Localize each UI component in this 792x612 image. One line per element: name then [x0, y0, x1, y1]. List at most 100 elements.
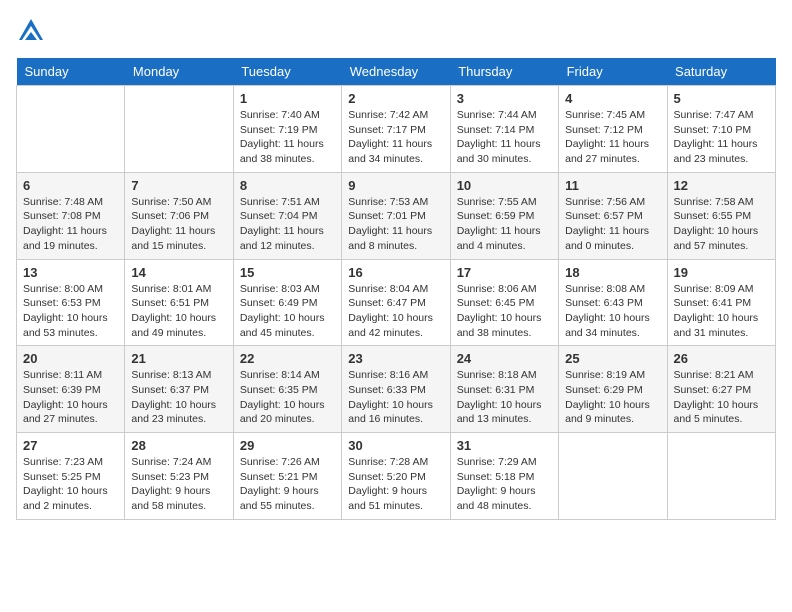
day-number: 20	[23, 351, 118, 366]
day-number: 28	[131, 438, 226, 453]
day-number: 21	[131, 351, 226, 366]
day-header-tuesday: Tuesday	[233, 58, 341, 86]
calendar-cell: 8 Sunrise: 7:51 AM Sunset: 7:04 PM Daylig…	[233, 172, 341, 259]
day-number: 8	[240, 178, 335, 193]
day-info: Sunrise: 7:45 AM Sunset: 7:12 PM Dayligh…	[565, 108, 660, 167]
day-header-sunday: Sunday	[17, 58, 125, 86]
day-header-wednesday: Wednesday	[342, 58, 450, 86]
day-info: Sunrise: 7:55 AM Sunset: 6:59 PM Dayligh…	[457, 195, 552, 254]
calendar-cell: 18 Sunrise: 8:08 AM Sunset: 6:43 PM Dayli…	[559, 259, 667, 346]
day-info: Sunrise: 7:28 AM Sunset: 5:20 PM Dayligh…	[348, 455, 443, 514]
day-number: 29	[240, 438, 335, 453]
day-number: 27	[23, 438, 118, 453]
day-info: Sunrise: 8:08 AM Sunset: 6:43 PM Dayligh…	[565, 282, 660, 341]
day-number: 4	[565, 91, 660, 106]
day-info: Sunrise: 7:44 AM Sunset: 7:14 PM Dayligh…	[457, 108, 552, 167]
calendar-cell: 3 Sunrise: 7:44 AM Sunset: 7:14 PM Daylig…	[450, 86, 558, 173]
calendar-table: SundayMondayTuesdayWednesdayThursdayFrid…	[16, 58, 776, 520]
day-number: 9	[348, 178, 443, 193]
logo	[16, 16, 50, 46]
calendar-cell: 11Sunrise: 7:56 AM Sunset: 6:57 PM Dayli…	[559, 172, 667, 259]
day-number: 7	[131, 178, 226, 193]
calendar-cell: 2 Sunrise: 7:42 AM Sunset: 7:17 PM Daylig…	[342, 86, 450, 173]
day-info: Sunrise: 7:29 AM Sunset: 5:18 PM Dayligh…	[457, 455, 552, 514]
day-info: Sunrise: 7:51 AM Sunset: 7:04 PM Dayligh…	[240, 195, 335, 254]
day-number: 5	[674, 91, 769, 106]
calendar-cell: 12 Sunrise: 7:58 AM Sunset: 6:55 PM Dayli…	[667, 172, 775, 259]
day-number: 10	[457, 178, 552, 193]
day-number: 6	[23, 178, 118, 193]
calendar-cell	[559, 433, 667, 520]
calendar-cell: 4 Sunrise: 7:45 AM Sunset: 7:12 PM Daylig…	[559, 86, 667, 173]
day-info: Sunrise: 8:16 AM Sunset: 6:33 PM Dayligh…	[348, 368, 443, 427]
day-info: Sunrise: 8:01 AM Sunset: 6:51 PM Dayligh…	[131, 282, 226, 341]
day-number: 24	[457, 351, 552, 366]
day-number: 14	[131, 265, 226, 280]
day-info: Sunrise: 7:50 AM Sunset: 7:06 PM Dayligh…	[131, 195, 226, 254]
day-number: 15	[240, 265, 335, 280]
day-info: Sunrise: 7:48 AM Sunset: 7:08 PM Dayligh…	[23, 195, 118, 254]
calendar-cell: 28 Sunrise: 7:24 AM Sunset: 5:23 PM Dayli…	[125, 433, 233, 520]
calendar-cell: 31 Sunrise: 7:29 AM Sunset: 5:18 PM Dayli…	[450, 433, 558, 520]
day-info: Sunrise: 7:58 AM Sunset: 6:55 PM Dayligh…	[674, 195, 769, 254]
day-info: Sunrise: 7:42 AM Sunset: 7:17 PM Dayligh…	[348, 108, 443, 167]
calendar-cell: 30 Sunrise: 7:28 AM Sunset: 5:20 PM Dayli…	[342, 433, 450, 520]
calendar-cell	[17, 86, 125, 173]
day-info: Sunrise: 8:11 AM Sunset: 6:39 PM Dayligh…	[23, 368, 118, 427]
day-number: 19	[674, 265, 769, 280]
day-header-thursday: Thursday	[450, 58, 558, 86]
calendar-week-row: 27 Sunrise: 7:23 AM Sunset: 5:25 PM Dayli…	[17, 433, 776, 520]
day-info: Sunrise: 8:06 AM Sunset: 6:45 PM Dayligh…	[457, 282, 552, 341]
calendar-cell: 14 Sunrise: 8:01 AM Sunset: 6:51 PM Dayli…	[125, 259, 233, 346]
day-info: Sunrise: 8:04 AM Sunset: 6:47 PM Dayligh…	[348, 282, 443, 341]
day-number: 2	[348, 91, 443, 106]
calendar-cell: 19Sunrise: 8:09 AM Sunset: 6:41 PM Dayli…	[667, 259, 775, 346]
day-number: 26	[674, 351, 769, 366]
day-number: 16	[348, 265, 443, 280]
day-number: 1	[240, 91, 335, 106]
day-info: Sunrise: 8:18 AM Sunset: 6:31 PM Dayligh…	[457, 368, 552, 427]
day-info: Sunrise: 7:23 AM Sunset: 5:25 PM Dayligh…	[23, 455, 118, 514]
day-number: 12	[674, 178, 769, 193]
calendar-cell: 5Sunrise: 7:47 AM Sunset: 7:10 PM Daylig…	[667, 86, 775, 173]
calendar-cell: 23 Sunrise: 8:16 AM Sunset: 6:33 PM Dayli…	[342, 346, 450, 433]
calendar-cell: 29 Sunrise: 7:26 AM Sunset: 5:21 PM Dayli…	[233, 433, 341, 520]
day-info: Sunrise: 7:26 AM Sunset: 5:21 PM Dayligh…	[240, 455, 335, 514]
logo-icon	[16, 16, 46, 46]
day-info: Sunrise: 8:13 AM Sunset: 6:37 PM Dayligh…	[131, 368, 226, 427]
calendar-week-row: 20 Sunrise: 8:11 AM Sunset: 6:39 PM Dayli…	[17, 346, 776, 433]
day-info: Sunrise: 8:14 AM Sunset: 6:35 PM Dayligh…	[240, 368, 335, 427]
calendar-cell: 21 Sunrise: 8:13 AM Sunset: 6:37 PM Dayli…	[125, 346, 233, 433]
day-info: Sunrise: 8:19 AM Sunset: 6:29 PM Dayligh…	[565, 368, 660, 427]
day-number: 3	[457, 91, 552, 106]
day-number: 30	[348, 438, 443, 453]
calendar-cell: 16 Sunrise: 8:04 AM Sunset: 6:47 PM Dayli…	[342, 259, 450, 346]
day-number: 11	[565, 178, 660, 193]
day-number: 23	[348, 351, 443, 366]
calendar-cell	[125, 86, 233, 173]
calendar-cell	[667, 433, 775, 520]
calendar-cell: 15Sunrise: 8:03 AM Sunset: 6:49 PM Dayli…	[233, 259, 341, 346]
day-header-friday: Friday	[559, 58, 667, 86]
calendar-cell: 7 Sunrise: 7:50 AM Sunset: 7:06 PM Daylig…	[125, 172, 233, 259]
calendar-cell: 6 Sunrise: 7:48 AM Sunset: 7:08 PM Daylig…	[17, 172, 125, 259]
calendar-week-row: 13 Sunrise: 8:00 AM Sunset: 6:53 PM Dayli…	[17, 259, 776, 346]
calendar-cell: 27 Sunrise: 7:23 AM Sunset: 5:25 PM Dayli…	[17, 433, 125, 520]
day-number: 22	[240, 351, 335, 366]
header	[16, 16, 776, 46]
day-info: Sunrise: 8:00 AM Sunset: 6:53 PM Dayligh…	[23, 282, 118, 341]
day-number: 13	[23, 265, 118, 280]
calendar-week-row: 6 Sunrise: 7:48 AM Sunset: 7:08 PM Daylig…	[17, 172, 776, 259]
calendar-header-row: SundayMondayTuesdayWednesdayThursdayFrid…	[17, 58, 776, 86]
calendar-cell: 9 Sunrise: 7:53 AM Sunset: 7:01 PM Daylig…	[342, 172, 450, 259]
calendar-cell: 26Sunrise: 8:21 AM Sunset: 6:27 PM Dayli…	[667, 346, 775, 433]
day-number: 18	[565, 265, 660, 280]
day-number: 17	[457, 265, 552, 280]
day-number: 31	[457, 438, 552, 453]
calendar-cell: 13 Sunrise: 8:00 AM Sunset: 6:53 PM Dayli…	[17, 259, 125, 346]
day-header-monday: Monday	[125, 58, 233, 86]
day-info: Sunrise: 7:53 AM Sunset: 7:01 PM Dayligh…	[348, 195, 443, 254]
day-info: Sunrise: 7:24 AM Sunset: 5:23 PM Dayligh…	[131, 455, 226, 514]
day-info: Sunrise: 7:40 AM Sunset: 7:19 PM Dayligh…	[240, 108, 335, 167]
calendar-cell: 22 Sunrise: 8:14 AM Sunset: 6:35 PM Dayli…	[233, 346, 341, 433]
